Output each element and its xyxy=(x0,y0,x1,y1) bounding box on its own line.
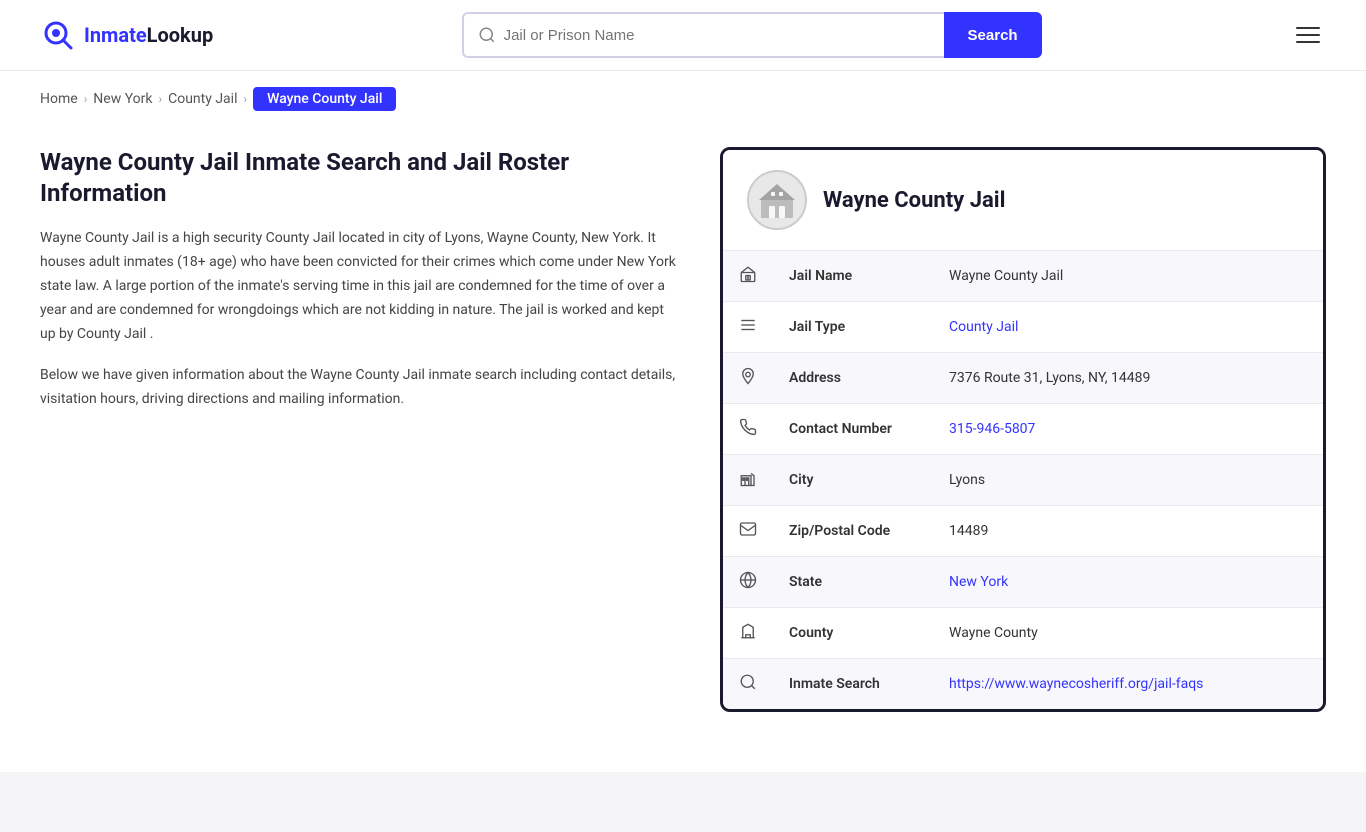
breadcrumb-sep-3: › xyxy=(243,92,247,106)
search-input-wrapper xyxy=(462,12,944,58)
city-icon xyxy=(723,455,773,506)
search-icon xyxy=(723,659,773,710)
breadcrumb-sep-1: › xyxy=(84,92,88,106)
table-cell-label: Inmate Search xyxy=(773,659,933,710)
hamburger-line-3 xyxy=(1296,41,1320,43)
search-button[interactable]: Search xyxy=(944,12,1042,58)
table-cell-value: Wayne County xyxy=(933,608,1323,659)
table-cell-value[interactable]: 315-946-5807 xyxy=(933,404,1323,455)
table-cell-label: Jail Type xyxy=(773,302,933,353)
table-row: Address7376 Route 31, Lyons, NY, 14489 xyxy=(723,353,1323,404)
table-row: Contact Number315-946-5807 xyxy=(723,404,1323,455)
breadcrumb-current: Wayne County Jail xyxy=(253,87,396,111)
table-cell-value: 7376 Route 31, Lyons, NY, 14489 xyxy=(933,353,1323,404)
table-cell-label: State xyxy=(773,557,933,608)
table-row: Jail TypeCounty Jail xyxy=(723,302,1323,353)
building-icon xyxy=(755,178,799,222)
logo[interactable]: InmateLookup xyxy=(40,17,213,53)
table-cell-value: Wayne County Jail xyxy=(933,251,1323,302)
breadcrumb-home[interactable]: Home xyxy=(40,91,78,107)
search-bar: Search xyxy=(462,12,1042,58)
list-icon xyxy=(723,302,773,353)
table-row: Jail NameWayne County Jail xyxy=(723,251,1323,302)
left-column: Wayne County Jail Inmate Search and Jail… xyxy=(40,147,680,412)
page-description-1: Wayne County Jail is a high security Cou… xyxy=(40,227,680,346)
jail-info-card: Wayne County Jail Jail NameWayne County … xyxy=(720,147,1326,712)
site-header: InmateLookup Search xyxy=(0,0,1366,71)
table-row: CountyWayne County xyxy=(723,608,1323,659)
breadcrumb-state[interactable]: New York xyxy=(93,91,152,107)
page-footer xyxy=(0,772,1366,832)
table-cell-label: Contact Number xyxy=(773,404,933,455)
card-header: Wayne County Jail xyxy=(723,150,1323,251)
logo-icon xyxy=(40,17,76,53)
table-cell-value[interactable]: https://www.waynecosheriff.org/jail-faqs xyxy=(933,659,1323,710)
table-cell-value[interactable]: New York xyxy=(933,557,1323,608)
breadcrumb-type[interactable]: County Jail xyxy=(168,91,237,107)
table-cell-value: Lyons xyxy=(933,455,1323,506)
card-jail-name: Wayne County Jail xyxy=(823,188,1005,213)
table-cell-value[interactable]: County Jail xyxy=(933,302,1323,353)
search-icon xyxy=(478,26,496,44)
location-icon xyxy=(723,353,773,404)
table-row: Inmate Searchhttps://www.waynecosheriff.… xyxy=(723,659,1323,710)
page-title: Wayne County Jail Inmate Search and Jail… xyxy=(40,147,680,209)
jail-icon xyxy=(723,251,773,302)
county-icon xyxy=(723,608,773,659)
breadcrumb: Home › New York › County Jail › Wayne Co… xyxy=(0,71,1366,127)
table-row: Zip/Postal Code14489 xyxy=(723,506,1323,557)
hamburger-line-2 xyxy=(1296,34,1320,36)
menu-button[interactable] xyxy=(1290,21,1326,49)
jail-avatar xyxy=(747,170,807,230)
search-input[interactable] xyxy=(504,27,930,44)
logo-text: InmateLookup xyxy=(84,23,213,47)
table-cell-label: Address xyxy=(773,353,933,404)
phone-icon xyxy=(723,404,773,455)
globe-icon xyxy=(723,557,773,608)
page-description-2: Below we have given information about th… xyxy=(40,364,680,412)
table-cell-label: Zip/Postal Code xyxy=(773,506,933,557)
table-cell-value: 14489 xyxy=(933,506,1323,557)
table-cell-label: County xyxy=(773,608,933,659)
hamburger-line-1 xyxy=(1296,27,1320,29)
jail-info-table: Jail NameWayne County JailJail TypeCount… xyxy=(723,251,1323,709)
breadcrumb-sep-2: › xyxy=(159,92,163,106)
table-row: CityLyons xyxy=(723,455,1323,506)
table-cell-label: City xyxy=(773,455,933,506)
main-layout: Wayne County Jail Inmate Search and Jail… xyxy=(0,127,1366,732)
table-cell-label: Jail Name xyxy=(773,251,933,302)
mail-icon xyxy=(723,506,773,557)
table-row: StateNew York xyxy=(723,557,1323,608)
